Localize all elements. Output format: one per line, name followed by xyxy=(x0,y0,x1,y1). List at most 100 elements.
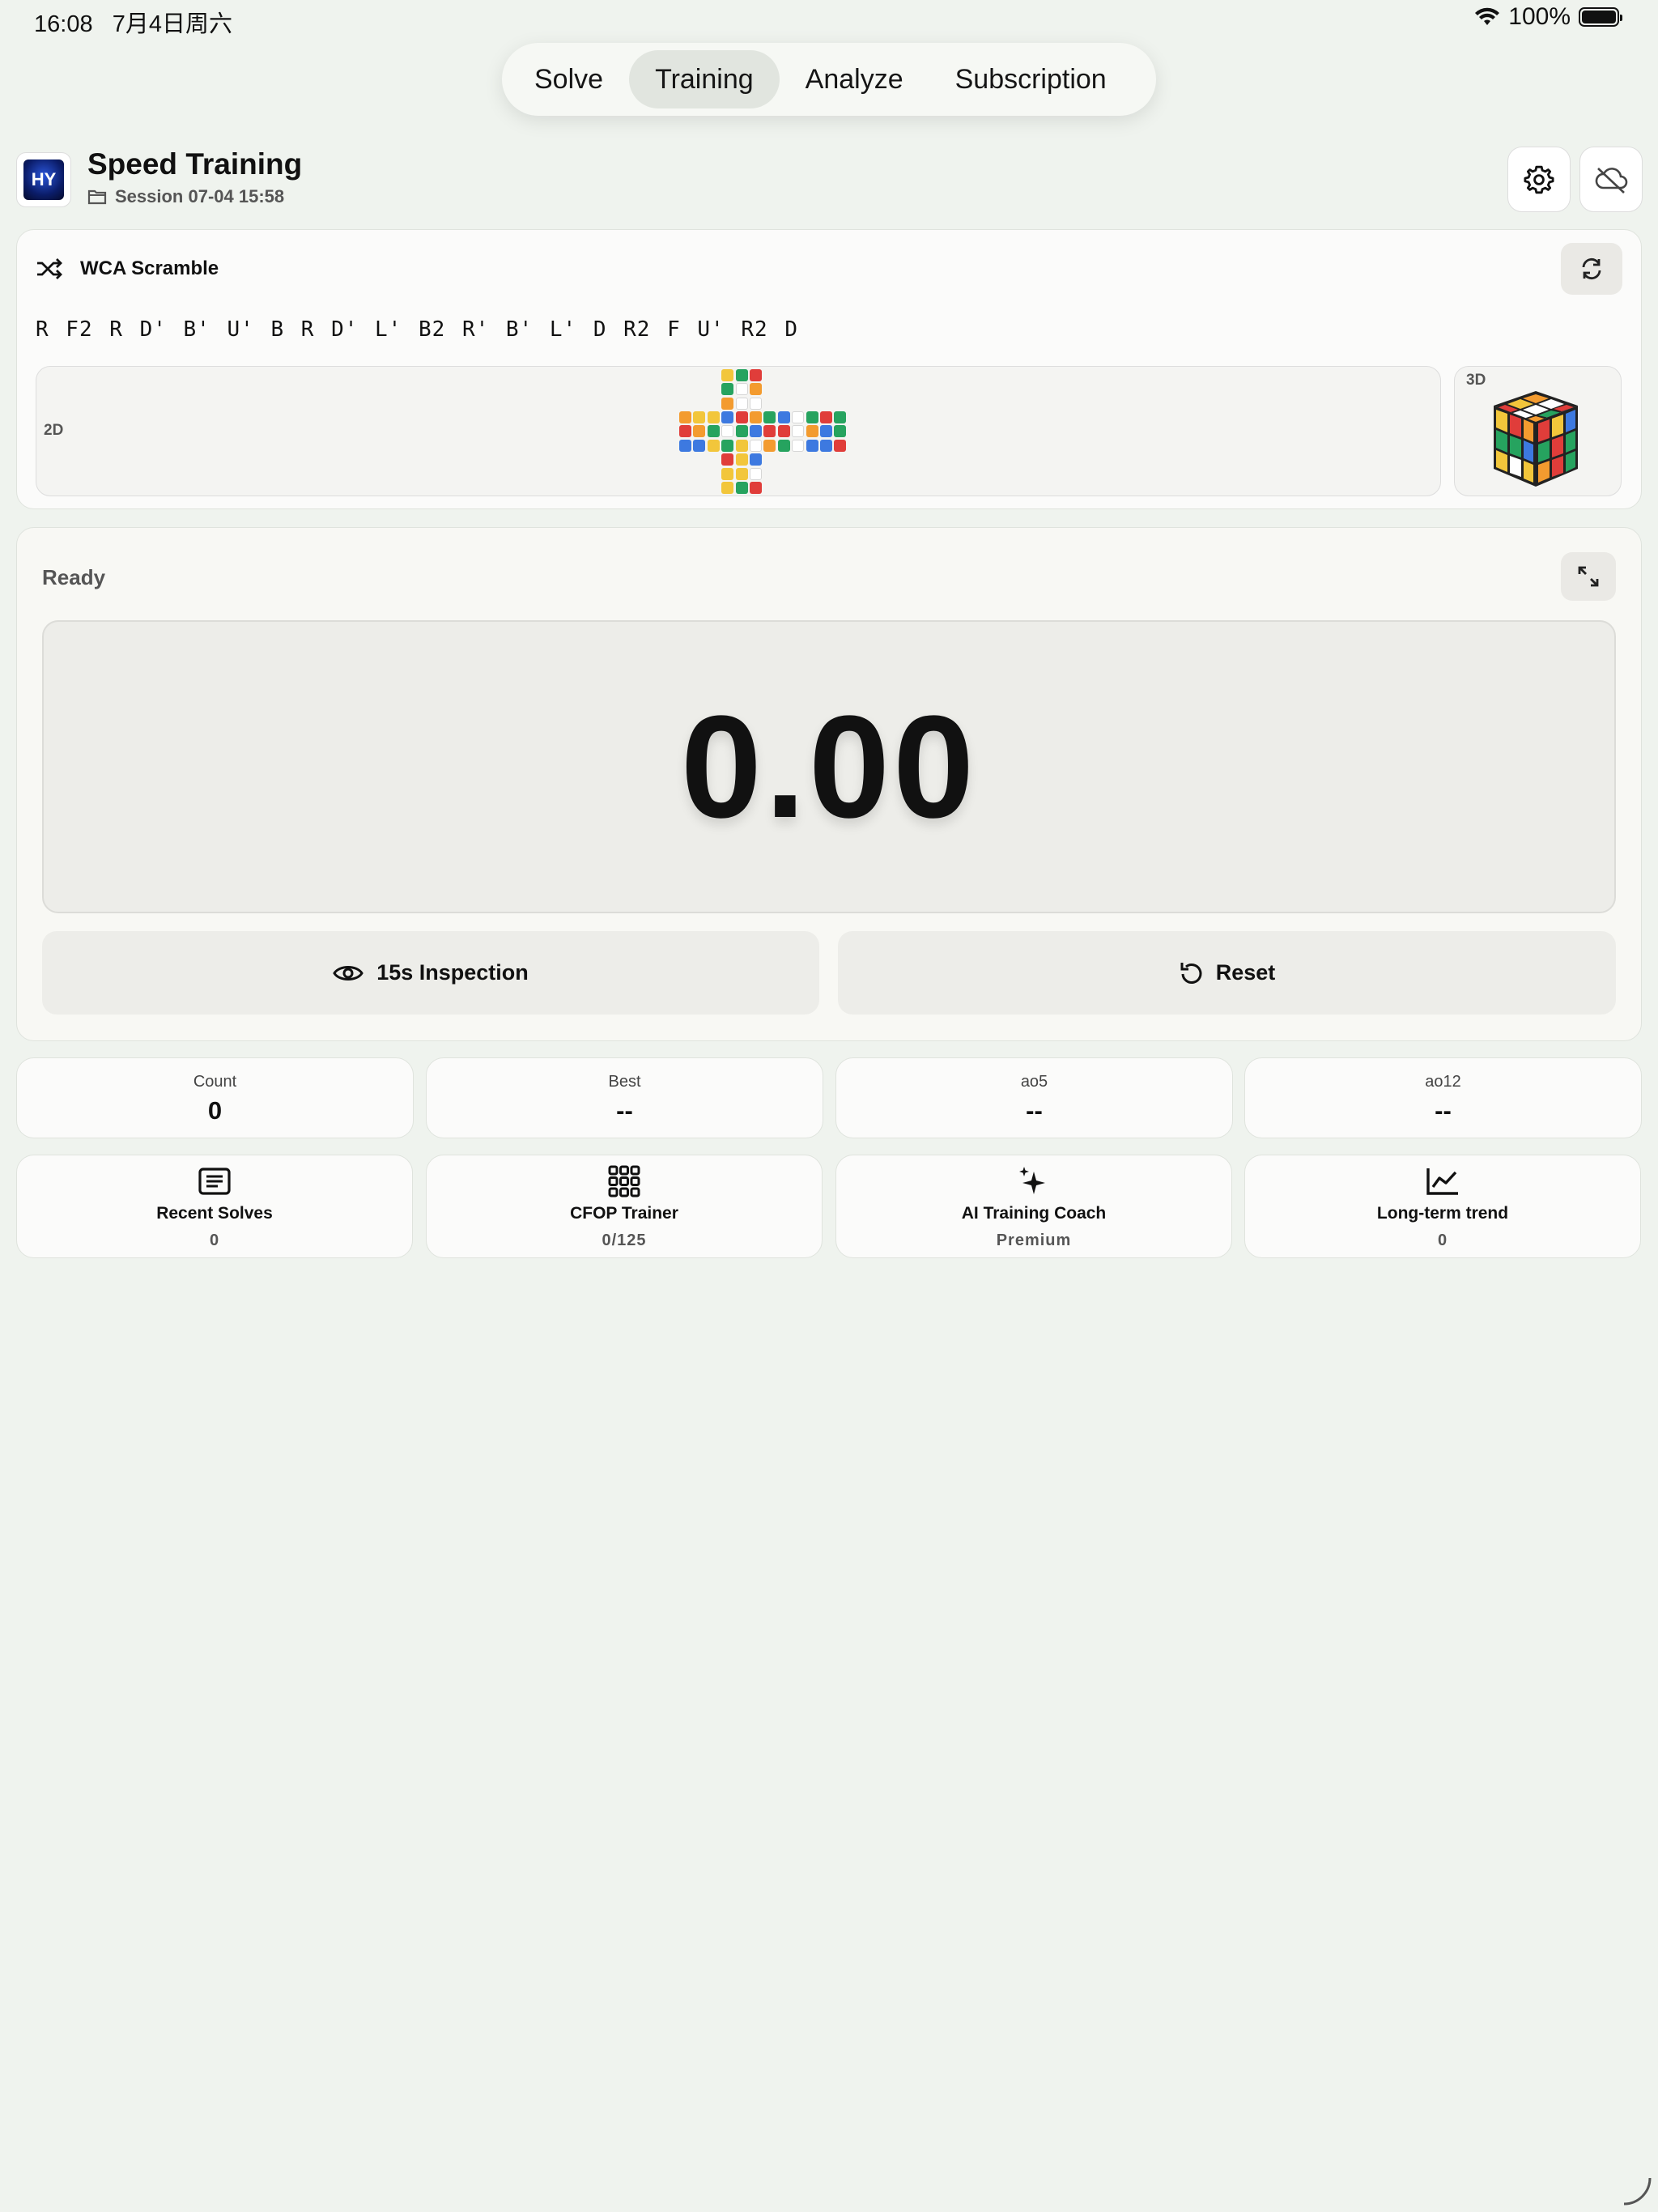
list-icon xyxy=(198,1168,231,1195)
net-sticker xyxy=(735,383,748,396)
sparkle-icon xyxy=(1019,1167,1045,1194)
stat-label: ao12 xyxy=(1425,1073,1461,1091)
net-sticker xyxy=(735,397,748,410)
status-time-value: 16:08 xyxy=(34,11,93,37)
recent-solves-tile[interactable]: Recent Solves 0 xyxy=(16,1155,413,1258)
cube-net-2d[interactable]: 2D xyxy=(36,366,1441,496)
battery-icon xyxy=(1579,7,1622,27)
net-sticker xyxy=(820,425,832,438)
stat-value: -- xyxy=(1026,1096,1043,1125)
grid-icon xyxy=(608,1165,640,1197)
wifi-icon xyxy=(1475,7,1500,25)
battery-percent: 100% xyxy=(1508,3,1571,30)
tool-sub: 0 xyxy=(1437,1231,1448,1249)
net-sticker xyxy=(750,453,762,466)
resize-handle-icon[interactable] xyxy=(1621,2175,1653,2207)
cloud-sync-button[interactable] xyxy=(1579,147,1643,212)
tab-training[interactable]: Training xyxy=(629,50,780,108)
timer-state: Ready xyxy=(42,565,106,589)
net-sticker xyxy=(735,368,748,381)
net-sticker xyxy=(820,411,832,423)
cube-3d-icon xyxy=(1494,391,1578,487)
session-info[interactable]: Session 07-04 15:58 xyxy=(87,186,284,207)
net-sticker xyxy=(792,425,805,438)
net-sticker xyxy=(820,439,832,452)
net-sticker xyxy=(750,411,762,423)
cube-view-3d[interactable]: 3D xyxy=(1454,366,1622,496)
net-sticker xyxy=(693,411,706,423)
tool-title: CFOP Trainer xyxy=(570,1204,678,1223)
page-title: Speed Training xyxy=(87,147,303,181)
net-sticker xyxy=(763,411,776,423)
reset-button[interactable]: Reset xyxy=(838,931,1616,1015)
app-logo: HY xyxy=(23,160,64,200)
status-indicators: 100% xyxy=(1474,3,1622,31)
net-sticker xyxy=(721,397,734,410)
settings-button[interactable] xyxy=(1507,147,1571,212)
refresh-icon xyxy=(1582,257,1601,280)
stat-ao12: ao12 -- xyxy=(1244,1057,1642,1138)
tool-sub: 0/125 xyxy=(602,1231,647,1249)
shuffle-icon xyxy=(37,258,62,279)
gear-icon xyxy=(1524,165,1554,194)
trend-icon xyxy=(1426,1168,1458,1195)
net-sticker xyxy=(777,439,790,452)
net-sticker xyxy=(750,383,762,396)
status-date: 7月4日周六 xyxy=(112,11,233,37)
net-sticker xyxy=(792,411,805,423)
inspection-label: 15s Inspection xyxy=(376,960,529,985)
ai-coach-tile[interactable]: AI Training Coach Premium xyxy=(835,1155,1232,1258)
net-sticker xyxy=(735,467,748,480)
status-time: 16:08 7月4日周六 xyxy=(34,5,232,39)
long-term-trend-tile[interactable]: Long-term trend 0 xyxy=(1244,1155,1641,1258)
label-3d: 3D xyxy=(1466,372,1486,389)
net-sticker xyxy=(806,425,818,438)
net-sticker xyxy=(834,411,847,423)
tool-sub: 0 xyxy=(209,1231,220,1249)
net-sticker xyxy=(735,439,748,452)
scramble-moves: R F2 R D' B' U' B R D' L' B2 R' B' L' D … xyxy=(36,317,798,342)
net-sticker xyxy=(750,439,762,452)
net-sticker xyxy=(763,425,776,438)
net-sticker xyxy=(721,467,734,480)
net-sticker xyxy=(693,439,706,452)
net-sticker xyxy=(806,411,818,423)
net-sticker xyxy=(721,482,734,494)
tab-analyze[interactable]: Analyze xyxy=(780,50,929,108)
net-sticker xyxy=(735,411,748,423)
net-sticker xyxy=(721,383,734,396)
net-sticker xyxy=(721,411,734,423)
net-sticker xyxy=(834,425,847,438)
net-sticker xyxy=(721,439,734,452)
net-sticker xyxy=(707,411,720,423)
cfop-trainer-tile[interactable]: CFOP Trainer 0/125 xyxy=(426,1155,823,1258)
net-sticker xyxy=(721,368,734,381)
scramble-title: WCA Scramble xyxy=(80,257,219,279)
tab-subscription[interactable]: Subscription xyxy=(929,50,1133,108)
tool-title: AI Training Coach xyxy=(961,1204,1107,1223)
app-icon[interactable]: HY xyxy=(16,152,71,207)
folder-icon xyxy=(87,189,107,205)
net-sticker xyxy=(735,425,748,438)
fullscreen-button[interactable] xyxy=(1561,552,1616,601)
timer-value: 0.00 xyxy=(680,685,978,849)
stat-ao5: ao5 -- xyxy=(835,1057,1233,1138)
new-scramble-button[interactable] xyxy=(1561,243,1622,295)
net-sticker xyxy=(721,453,734,466)
net-sticker xyxy=(777,411,790,423)
net-sticker xyxy=(707,425,720,438)
net-sticker xyxy=(806,439,818,452)
stat-value: 0 xyxy=(207,1096,223,1125)
timer-display[interactable]: 0.00 xyxy=(42,620,1616,913)
tool-title: Recent Solves xyxy=(156,1204,273,1223)
net-sticker xyxy=(763,439,776,452)
tab-solve[interactable]: Solve xyxy=(508,50,629,108)
inspection-button[interactable]: 15s Inspection xyxy=(42,931,819,1015)
net-sticker xyxy=(707,439,720,452)
net-sticker xyxy=(777,425,790,438)
net-sticker xyxy=(834,439,847,452)
net-sticker xyxy=(750,368,762,381)
net-sticker xyxy=(735,453,748,466)
eye-icon xyxy=(333,965,363,981)
net-sticker xyxy=(679,425,691,438)
